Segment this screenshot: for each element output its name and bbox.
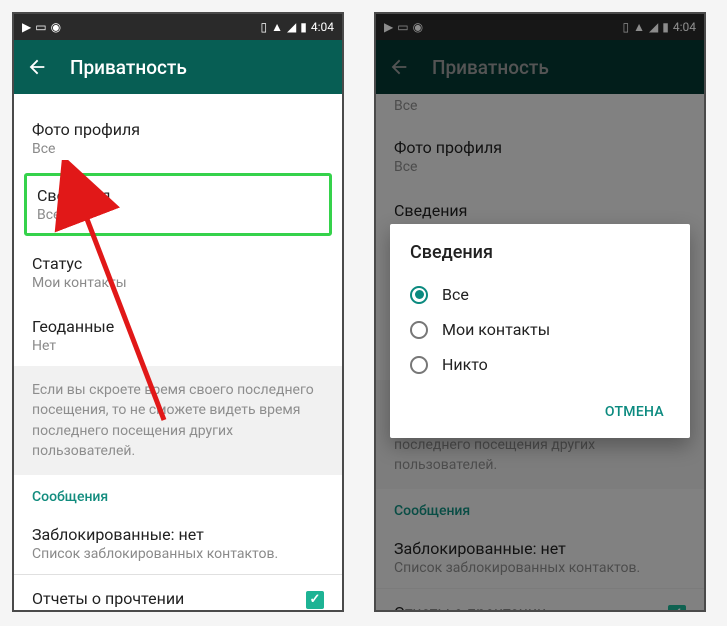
checkbox-checked-icon[interactable]: ✓ (306, 591, 324, 609)
radio-option-contacts[interactable]: Мои контакты (410, 312, 670, 347)
row-value: Нет (32, 338, 324, 354)
wifi-icon: ▲ (271, 21, 283, 33)
card-icon: ▭ (35, 21, 46, 33)
radio-label: Мои контакты (442, 320, 550, 339)
row-title: Фото профиля (32, 120, 324, 139)
page-title: Приватность (70, 56, 187, 79)
phone-left: ▶ ▭ ◉ ▯ ▲ ◢ ▮ 4:04 Приватность Фото проф… (12, 12, 344, 612)
radio-label: Никто (442, 355, 488, 374)
signal-icon: ◢ (287, 21, 296, 33)
back-arrow-icon[interactable] (26, 56, 48, 78)
notice-lastseen: Если вы скроете время своего последнего … (14, 366, 342, 475)
phone-right: ▶ ▭ ◉ ▯ ▲ ◢ ▮ 4:04 Приватность Все Фото … (374, 12, 706, 612)
privacy-list: Фото профиля Все Сведения Все Статус Мои… (14, 94, 342, 612)
radio-option-nobody[interactable]: Никто (410, 347, 670, 382)
app-header: Приватность (14, 40, 342, 94)
cancel-button[interactable]: ОТМЕНА (599, 396, 670, 428)
row-value: Мои контакты (32, 275, 324, 291)
row-profile-photo[interactable]: Фото профиля Все (14, 106, 342, 169)
status-time: 4:04 (311, 20, 334, 34)
radio-unselected-icon (410, 356, 428, 374)
row-status[interactable]: Статус Мои контакты (14, 240, 342, 303)
row-read-receipts[interactable]: Отчеты о прочтении ✓ (14, 575, 342, 612)
whatsapp-icon: ◉ (51, 21, 61, 33)
dialog-title: Сведения (410, 242, 670, 263)
radio-unselected-icon (410, 321, 428, 339)
radio-selected-icon (410, 286, 428, 304)
row-value: Все (32, 141, 324, 157)
dialog-about: Сведения Все Мои контакты Никто ОТМЕНА (390, 224, 690, 438)
row-title: Геоданные (32, 317, 324, 336)
row-title: Статус (32, 254, 324, 273)
youtube-icon: ▶ (22, 21, 31, 33)
vibrate-icon: ▯ (261, 21, 268, 33)
row-value: Список заблокированных контактов. (32, 546, 324, 562)
radio-label: Все (442, 285, 469, 304)
row-geodata[interactable]: Геоданные Нет (14, 303, 342, 366)
row-title: Сведения (37, 186, 319, 205)
status-bar: ▶ ▭ ◉ ▯ ▲ ◢ ▮ 4:04 (14, 14, 342, 40)
section-messages: Сообщения (14, 475, 342, 511)
radio-option-everyone[interactable]: Все (410, 277, 670, 312)
battery-icon: ▮ (300, 21, 307, 33)
row-value: Все (37, 207, 319, 223)
row-about[interactable]: Сведения Все (24, 173, 332, 236)
row-title: Отчеты о прочтении (32, 589, 184, 608)
row-blocked[interactable]: Заблокированные: нет Список заблокирован… (14, 511, 342, 574)
row-title: Заблокированные: нет (32, 525, 324, 544)
